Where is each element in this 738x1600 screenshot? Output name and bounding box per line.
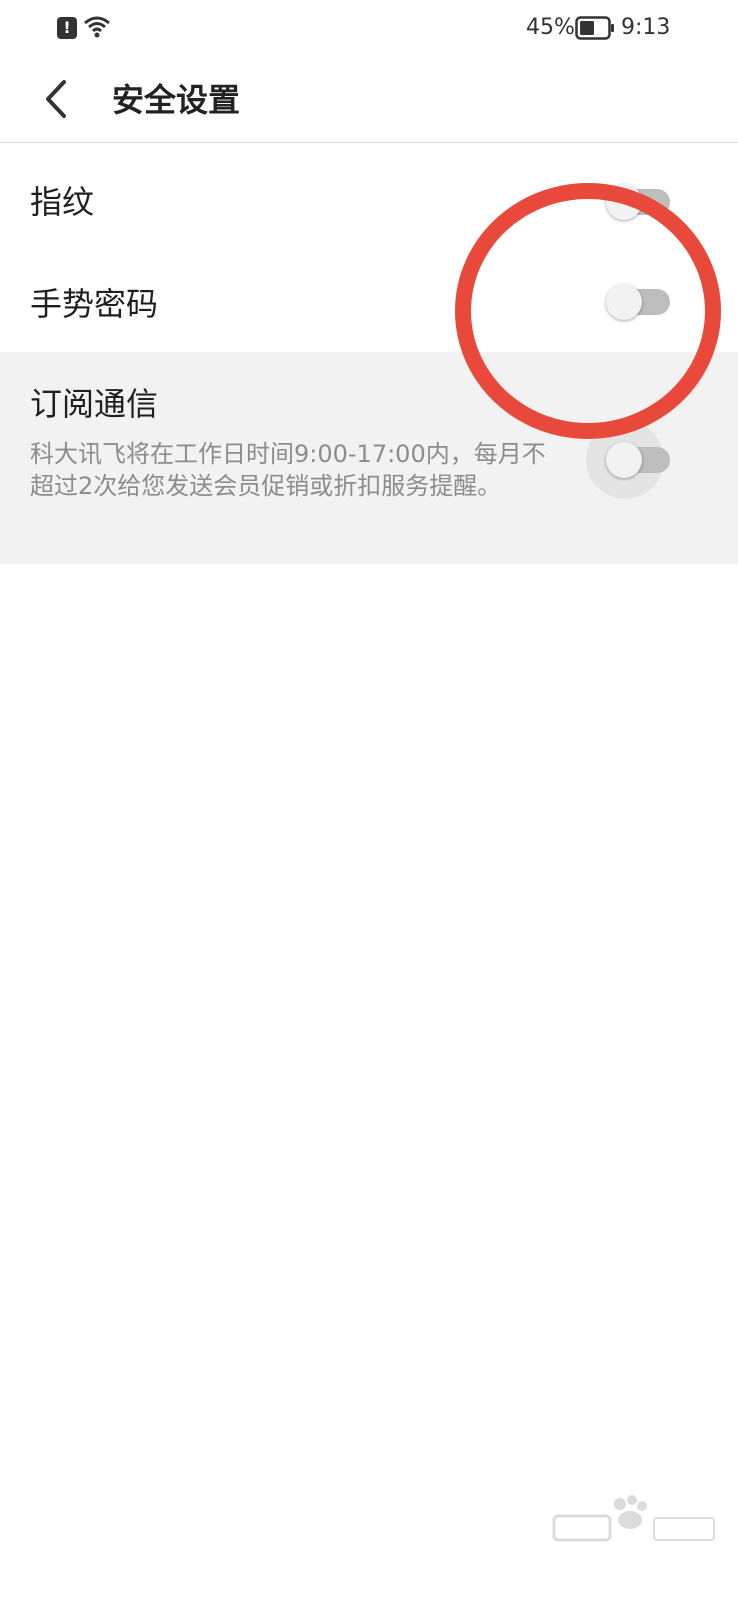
wifi-icon xyxy=(84,16,110,38)
status-bar: ! 45% 9:13 xyxy=(0,0,738,56)
gesture-password-label: 手势密码 xyxy=(30,285,159,323)
header: 安全设置 xyxy=(0,56,738,143)
battery-icon xyxy=(575,16,614,40)
baidu-watermark-logo xyxy=(552,1495,715,1542)
gesture-password-toggle[interactable] xyxy=(606,284,670,320)
subscribe-toggle[interactable] xyxy=(606,442,670,478)
screen: ! 45% 9:13 安全设置 指纹 手势密码 订阅通信 科大讯飞将在工作日时间… xyxy=(0,0,738,1600)
fingerprint-toggle[interactable] xyxy=(606,184,670,220)
back-button[interactable] xyxy=(36,74,80,124)
page-title: 安全设置 xyxy=(112,81,241,119)
clock: 9:13 xyxy=(621,15,671,40)
fingerprint-label: 指纹 xyxy=(30,183,95,221)
settings-row-fingerprint[interactable]: 指纹 xyxy=(0,148,738,252)
alert-icon: ! xyxy=(57,17,77,39)
toggle-knob xyxy=(606,442,642,478)
subscribe-description: 科大讯飞将在工作日时间9:00-17:00内，每月不超过2次给您发送会员促销或折… xyxy=(30,440,546,500)
subscribe-label: 订阅通信 xyxy=(30,385,159,423)
settings-row-gesture-password[interactable]: 手势密码 xyxy=(0,252,738,352)
toggle-knob xyxy=(606,284,642,320)
battery-percent: 45% xyxy=(526,15,575,40)
settings-row-subscribe[interactable]: 订阅通信 科大讯飞将在工作日时间9:00-17:00内，每月不超过2次给您发送会… xyxy=(0,352,738,564)
chevron-left-icon xyxy=(46,80,66,118)
toggle-knob xyxy=(606,184,642,220)
